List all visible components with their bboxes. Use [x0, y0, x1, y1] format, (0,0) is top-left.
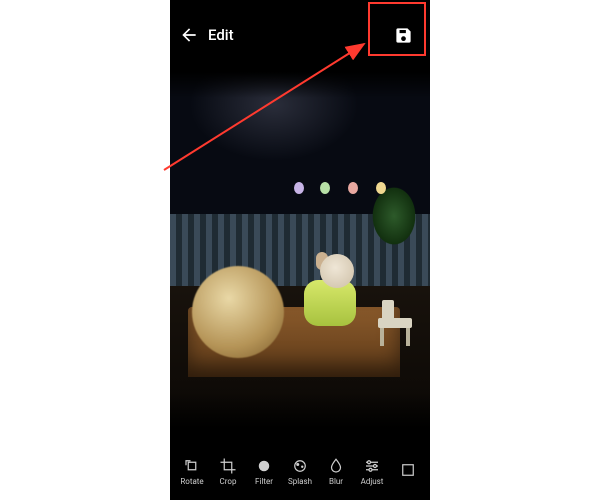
annotation-arrow — [0, 0, 600, 500]
annotation-highlight-box — [368, 2, 426, 56]
screenshot-stage: Edit Ro — [0, 0, 600, 500]
